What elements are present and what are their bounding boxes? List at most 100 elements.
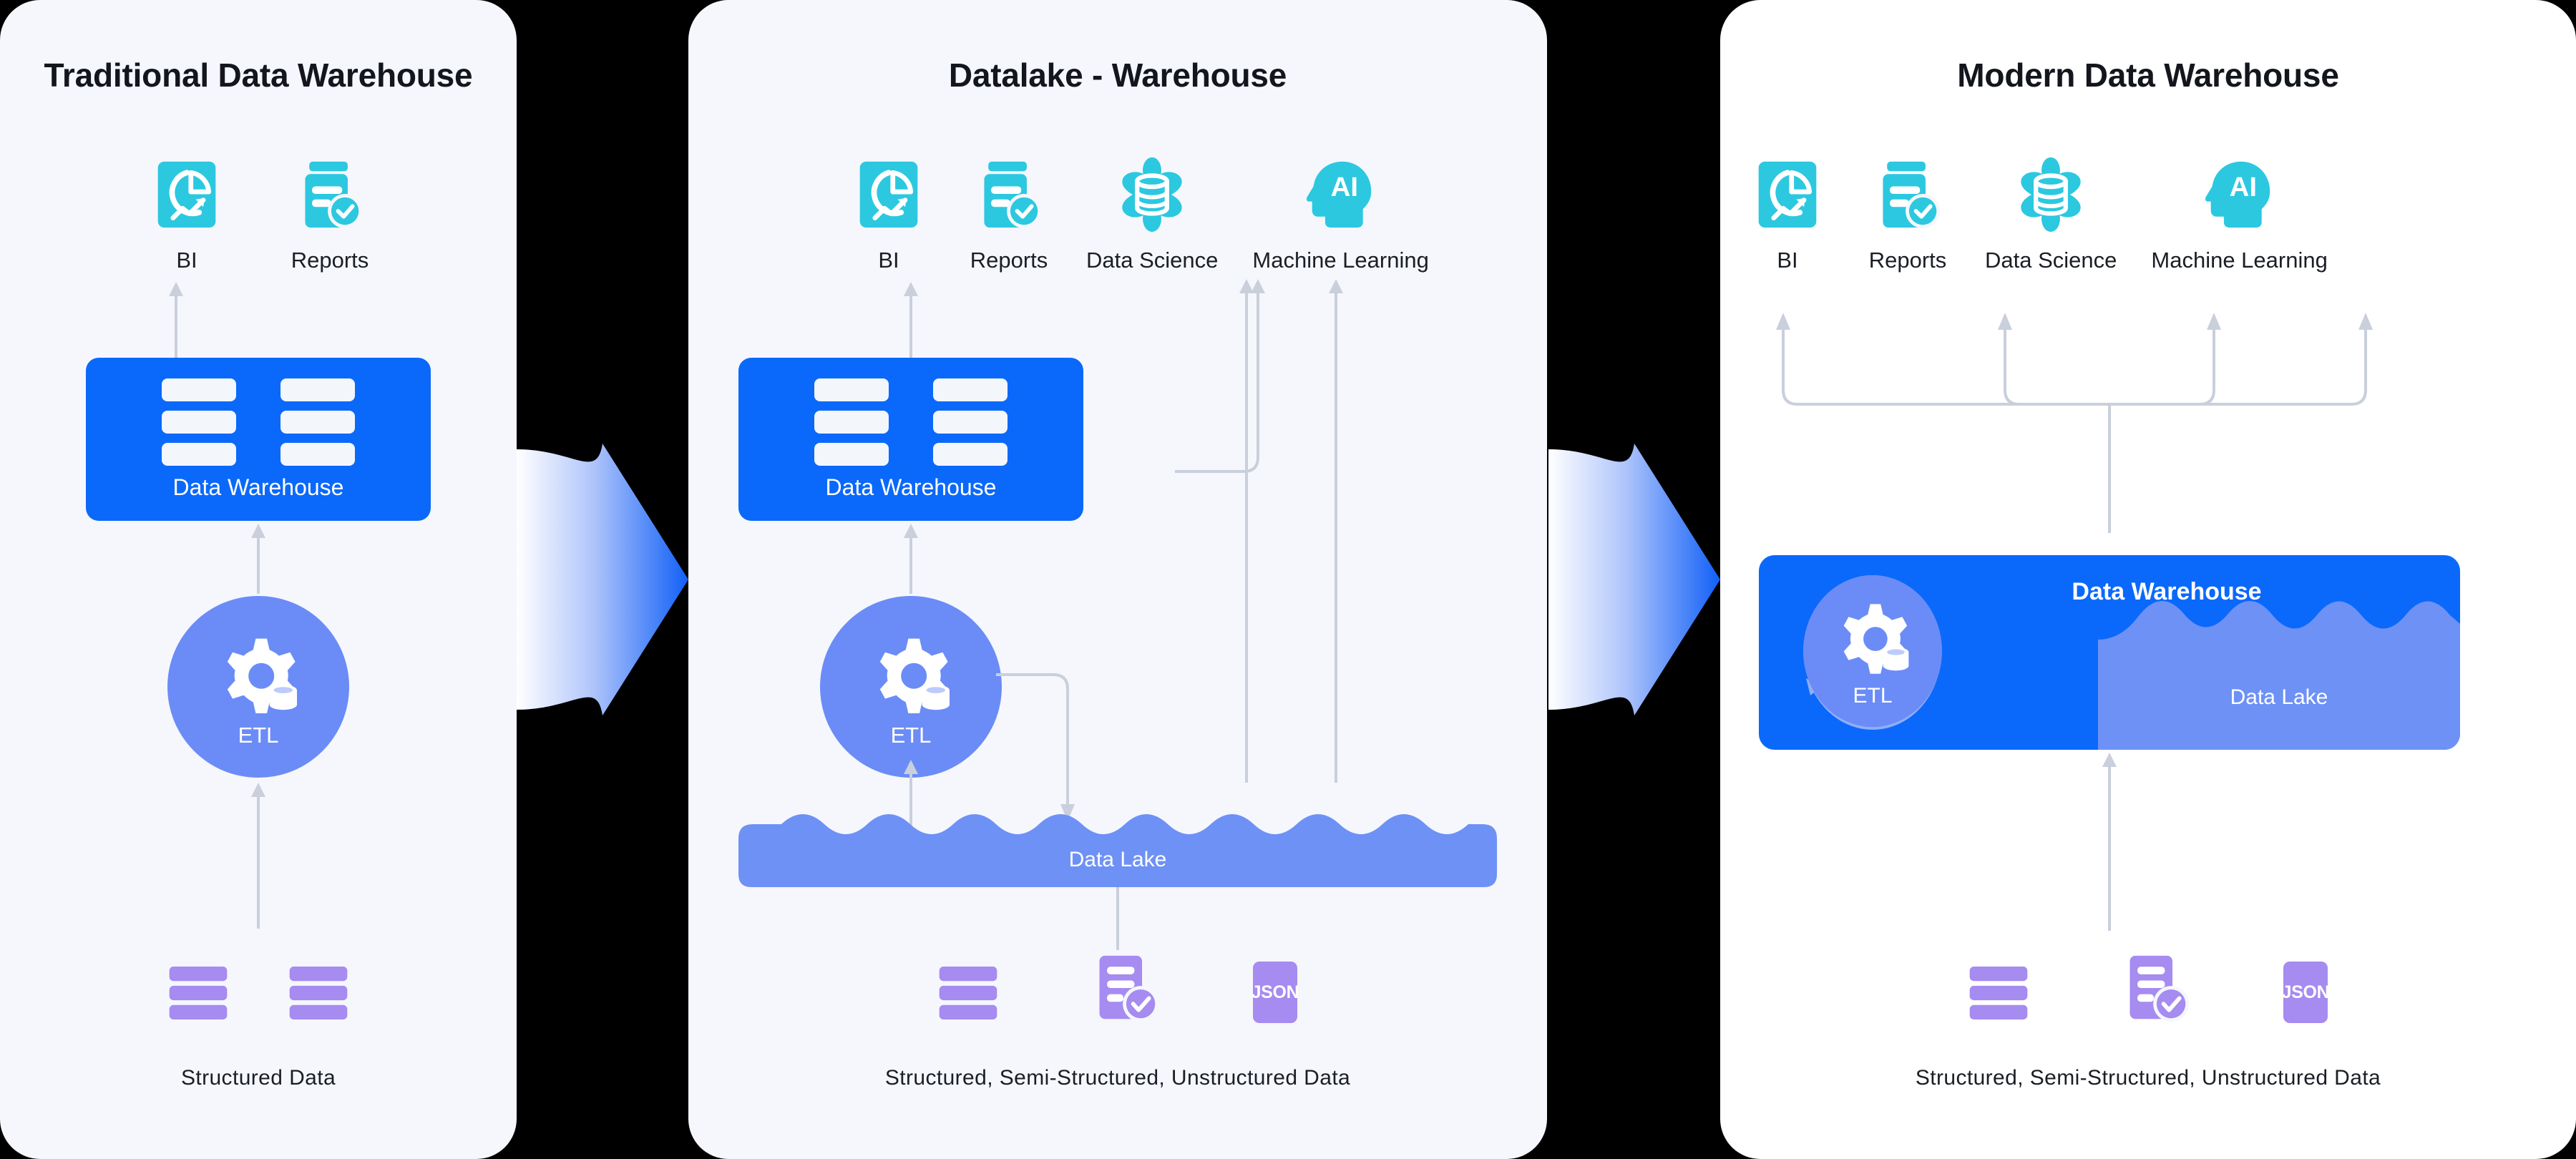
connector-warehouse-to-bi xyxy=(904,282,918,359)
source-semi-structured[interactable] xyxy=(1091,944,1160,1023)
source-structured[interactable] xyxy=(288,944,348,1023)
consumer-icon-row: BI Reports Data Science Machine Learning xyxy=(1720,152,2576,273)
consumer-reports[interactable]: Reports xyxy=(1865,152,1951,273)
etl-label: ETL xyxy=(1853,683,1893,708)
semi-structured-doc-icon xyxy=(1091,954,1160,1023)
gear-database-icon xyxy=(215,636,301,725)
consumer-bi[interactable]: BI xyxy=(846,152,932,273)
connector-lake-to-data-science xyxy=(1239,279,1254,783)
data-warehouse-label: Data Warehouse xyxy=(825,474,997,500)
consumer-label: Data Science xyxy=(1086,248,1219,273)
consumer-machine-learning[interactable]: Machine Learning xyxy=(2151,152,2328,273)
consumer-bi[interactable]: BI xyxy=(115,152,258,273)
ai-head-icon xyxy=(1298,152,1384,238)
warehouse-rack-right xyxy=(280,378,355,466)
warehouse-rack-left xyxy=(814,378,889,466)
connector-lake-to-machine-learning xyxy=(1329,279,1343,783)
consumer-icon-row: BI Reports xyxy=(0,152,517,273)
data-warehouse-box[interactable]: Data Warehouse xyxy=(86,358,431,521)
transition-arrow-2 xyxy=(1548,444,1720,715)
panel-modern-data-warehouse[interactable]: Modern Data Warehouse BI Reports Data Sc… xyxy=(1720,0,2576,1159)
semi-structured-doc-icon xyxy=(2122,954,2190,1023)
sources-caption: Structured, Semi-Structured, Unstructure… xyxy=(1915,1066,2381,1090)
consumer-reports[interactable]: Reports xyxy=(258,152,401,273)
etl-node[interactable]: ETL xyxy=(1790,572,1955,733)
bi-chart-icon xyxy=(1745,152,1830,238)
rack-bar xyxy=(814,378,889,401)
consumer-data-science[interactable]: Data Science xyxy=(1985,152,2117,273)
consumer-label: Data Science xyxy=(1985,248,2117,273)
consumer-machine-learning[interactable]: Machine Learning xyxy=(1252,152,1429,273)
consumer-label: BI xyxy=(1777,248,1798,273)
source-icon-row xyxy=(0,944,517,1023)
source-unstructured-json[interactable]: JSON xyxy=(1252,944,1299,1023)
panel-traditional-data-warehouse[interactable]: Traditional Data Warehouse BI Reports Da… xyxy=(0,0,517,1159)
source-icon-row: JSON xyxy=(688,944,1547,1023)
reports-check-icon xyxy=(287,152,373,238)
warehouse-rack-graphic xyxy=(162,378,355,466)
source-structured[interactable] xyxy=(938,944,998,1023)
sources-caption: Structured Data xyxy=(180,1066,336,1090)
etl-label: ETL xyxy=(238,722,279,748)
structured-rows-icon xyxy=(168,963,228,1023)
consumer-label: Machine Learning xyxy=(1252,248,1429,273)
rack-bar xyxy=(280,378,355,401)
panel-title: Traditional Data Warehouse xyxy=(44,57,473,94)
data-lake-label: Data Lake xyxy=(2230,685,2328,709)
warehouse-rack-right xyxy=(933,378,1008,466)
data-warehouse-box[interactable]: Data Warehouse xyxy=(738,358,1083,521)
gear-database-icon xyxy=(1833,602,1913,685)
rack-bar xyxy=(814,410,889,434)
rack-bar xyxy=(933,442,1008,466)
consumer-bi[interactable]: BI xyxy=(1745,152,1830,273)
structured-rows-icon xyxy=(288,963,348,1023)
connector-warehouse-to-data-science xyxy=(1175,279,1265,473)
source-semi-structured[interactable] xyxy=(2122,944,2190,1023)
source-structured[interactable] xyxy=(168,944,228,1023)
consumer-label: BI xyxy=(176,248,197,273)
etl-node[interactable]: ETL xyxy=(167,596,349,778)
etl-node[interactable]: ETL xyxy=(820,596,1002,778)
structured-rows-icon xyxy=(938,963,998,1023)
connector-warehouse-to-consumers xyxy=(1776,313,2373,533)
rack-bar xyxy=(933,378,1008,401)
data-warehouse-box[interactable]: Data Lake Data Warehouse ETL xyxy=(1759,555,2460,750)
connector-etl-to-lake xyxy=(996,673,1075,821)
bi-chart-icon xyxy=(144,152,230,238)
consumer-label: Reports xyxy=(970,248,1048,273)
data-lake-label: Data Lake xyxy=(1068,848,1167,871)
rack-bar xyxy=(162,378,236,401)
rack-bar xyxy=(280,442,355,466)
rack-bar xyxy=(162,410,236,434)
connector-warehouse-to-bi xyxy=(169,282,183,359)
source-unstructured-json[interactable]: JSON xyxy=(2282,944,2330,1023)
consumer-label: Reports xyxy=(1868,248,1947,273)
connector-etl-to-warehouse xyxy=(904,524,918,594)
bi-chart-icon xyxy=(846,152,932,238)
consumer-label: Machine Learning xyxy=(2151,248,2328,273)
sources-caption: Structured, Semi-Structured, Unstructure… xyxy=(884,1066,1351,1090)
consumer-label: BI xyxy=(878,248,899,273)
gear-database-icon xyxy=(868,636,954,725)
json-file-icon: JSON xyxy=(2282,962,2330,1023)
data-science-flower-icon xyxy=(2008,152,2094,238)
panel-datalake-warehouse[interactable]: Datalake - Warehouse BI Reports Data Sci… xyxy=(688,0,1547,1159)
connector-sources-to-lake xyxy=(1116,887,1119,950)
consumer-icon-row: BI Reports Data Science Machine Learning xyxy=(688,152,1547,273)
diagram-canvas: AI xyxy=(0,0,2576,1159)
connector-sources-to-warehouse xyxy=(2102,753,2117,931)
etl-circle: ETL xyxy=(1803,575,1942,727)
consumer-reports[interactable]: Reports xyxy=(966,152,1052,273)
panel-title: Datalake - Warehouse xyxy=(948,57,1287,94)
rack-bar xyxy=(280,410,355,434)
rack-bar xyxy=(933,410,1008,434)
consumer-data-science[interactable]: Data Science xyxy=(1086,152,1218,273)
warehouse-rack-left xyxy=(162,378,236,466)
panel-title: Modern Data Warehouse xyxy=(1957,57,2339,94)
source-structured[interactable] xyxy=(1968,944,2029,1023)
transition-arrow-1 xyxy=(517,444,688,715)
rack-bar xyxy=(162,442,236,466)
data-warehouse-label: Data Warehouse xyxy=(2072,578,2262,605)
data-lake-shape[interactable]: Data Lake xyxy=(738,808,1497,887)
json-file-icon: JSON xyxy=(1252,962,1299,1023)
